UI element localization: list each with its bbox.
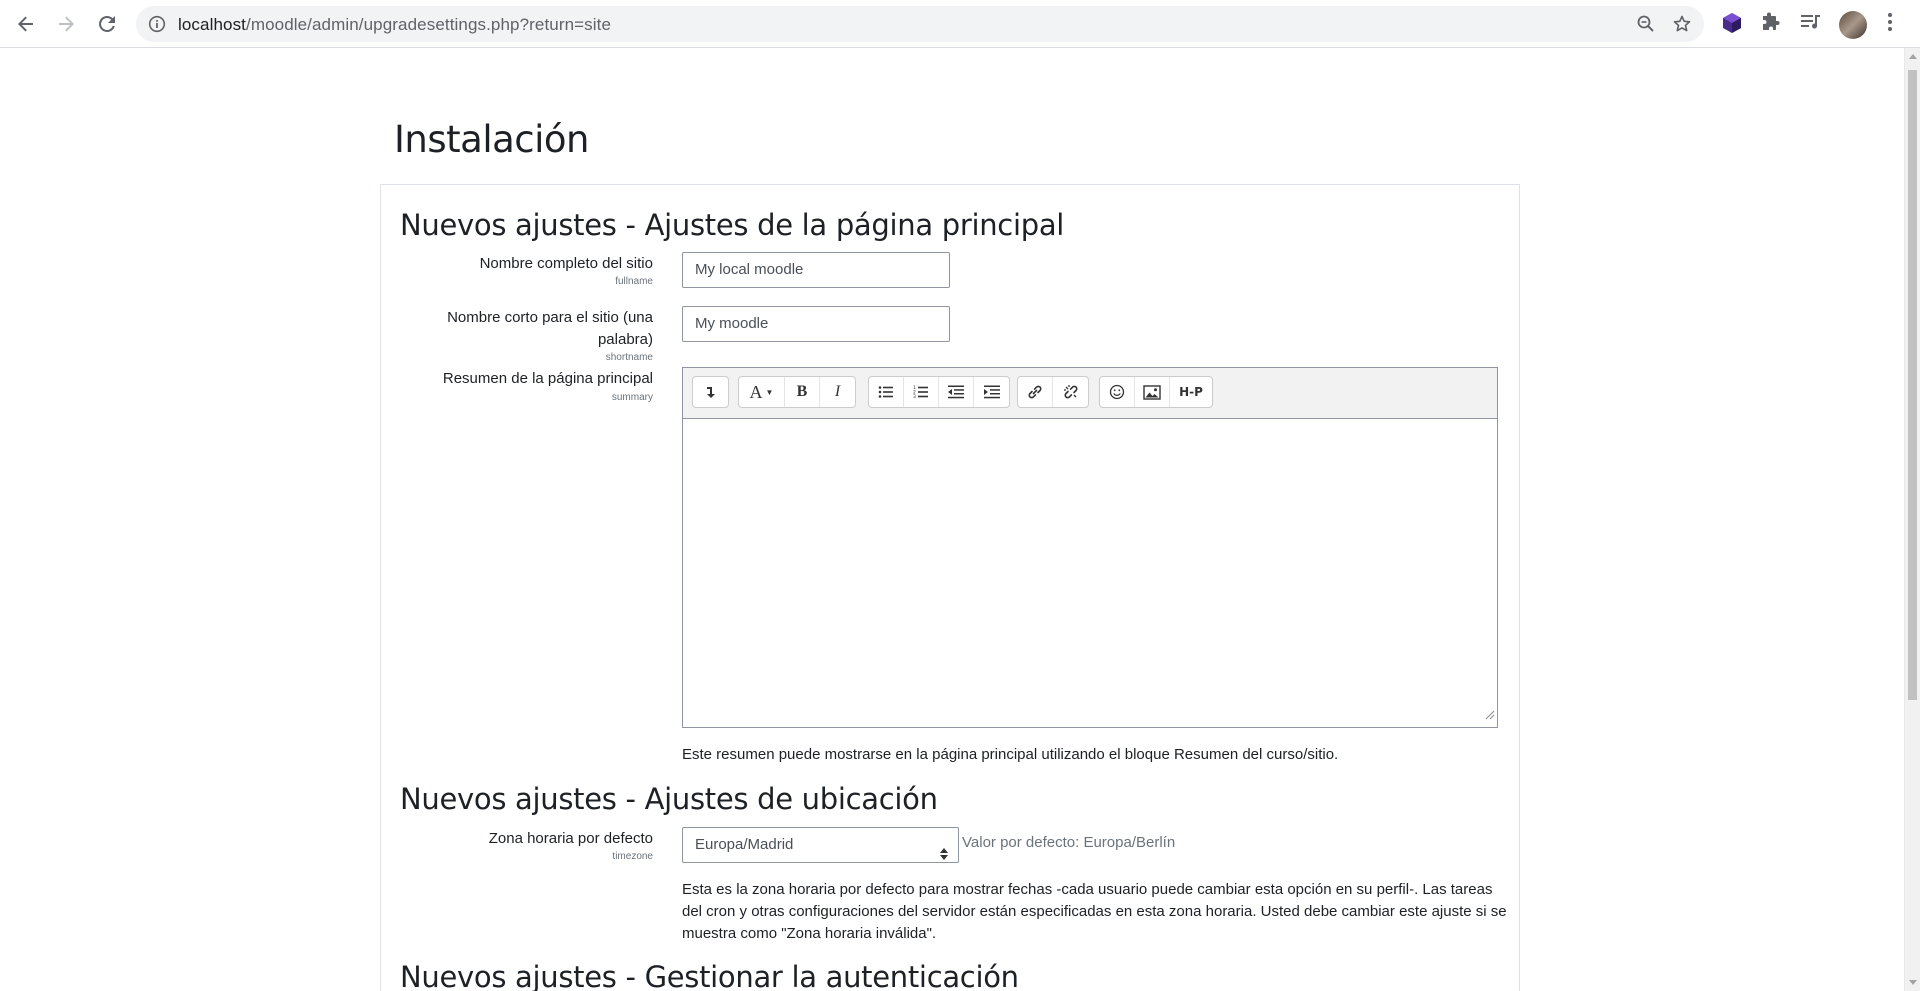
italic-icon: I [834,383,841,400]
fullname-setting-name: fullname [615,276,653,287]
image-icon [1143,384,1161,400]
indent-button[interactable] [974,377,1009,407]
toolbar-group-style: A ▼ B I [738,376,856,408]
page-title: Instalación [394,118,589,161]
timezone-setting-name: timezone [612,851,653,862]
shortname-setting-name: shortname [605,352,653,363]
h5p-icon: H-P [1179,385,1203,399]
font-style-button[interactable]: A ▼ [739,377,785,407]
toolbar-group-insert: H-P [1099,376,1213,408]
section-heading-frontpage: Nuevos ajustes - Ajustes de la página pr… [400,208,1065,242]
summary-label: Resumen de la página principal [442,370,653,387]
font-style-icon: A [749,381,763,402]
link-icon [1028,385,1042,399]
summary-setting-name: summary [611,392,653,403]
outdent-icon [948,385,964,399]
numbered-list-icon: 123 [913,385,928,399]
timezone-help-line1: Esta es la zona horaria por defecto para… [682,881,1493,898]
fullname-input[interactable]: My local moodle [682,252,950,288]
toolbar-group-links [1017,376,1089,408]
section-heading-location: Nuevos ajustes - Ajustes de ubicación [400,782,938,816]
fullname-label: Nombre completo del sitio [479,255,653,272]
svg-text:3: 3 [913,394,916,399]
shortname-input[interactable]: My moodle [682,306,950,342]
h5p-button[interactable]: H-P [1170,377,1212,407]
scroll-up-icon[interactable] [1909,54,1917,59]
outdent-button[interactable] [939,377,974,407]
chevron-down-icon: ▼ [765,387,774,397]
select-arrows-icon [940,839,948,873]
unlink-icon [1063,385,1077,399]
page-viewport: Instalación Nuevos ajustes - Ajustes de … [0,0,1904,991]
timezone-default-note: Valor por defecto: Europa/Berlín [962,834,1176,851]
scroll-down-icon[interactable] [1909,980,1917,985]
italic-button[interactable]: I [820,377,855,407]
indent-icon [983,385,1000,399]
smiley-icon [1109,384,1125,400]
timezone-selected-value: Europa/Madrid [695,836,794,853]
collapse-toolbar-button[interactable] [693,377,728,407]
bullet-list-icon [878,386,893,398]
unlink-button[interactable] [1053,377,1088,407]
resize-handle-icon[interactable] [1485,707,1495,725]
bold-icon: B [796,383,808,400]
scrollbar-thumb[interactable] [1908,70,1917,700]
section-heading-authentication: Nuevos ajustes - Gestionar la autenticac… [400,960,1019,991]
timezone-select[interactable]: Europa/Madrid [682,827,959,863]
bold-button[interactable]: B [785,377,820,407]
ordered-list-button[interactable]: 123 [904,377,939,407]
image-button[interactable] [1135,377,1170,407]
unordered-list-button[interactable] [869,377,904,407]
toolbar-group-lists: 123 [868,376,1010,408]
emoticon-button[interactable] [1100,377,1135,407]
page-scrollbar[interactable] [1904,48,1920,991]
toolbar-group-collapse [692,376,729,408]
timezone-label: Zona horaria por defecto [488,830,653,847]
shortname-label-line1: Nombre corto para el sitio (una [447,309,653,326]
timezone-help-line2: del cron y otras configuraciones del ser… [682,903,1507,920]
timezone-help-line3: muestra como "Zona horaria inválida". [682,925,937,942]
link-button[interactable] [1018,377,1053,407]
editor-toolbar: A ▼ B I 123 H-P [683,368,1497,419]
summary-editor-content[interactable] [683,419,1497,727]
summary-help-text: Este resumen puede mostrarse en la págin… [682,746,1339,763]
summary-editor: A ▼ B I 123 H-P [682,367,1498,728]
shortname-label-line2: palabra) [597,331,653,348]
